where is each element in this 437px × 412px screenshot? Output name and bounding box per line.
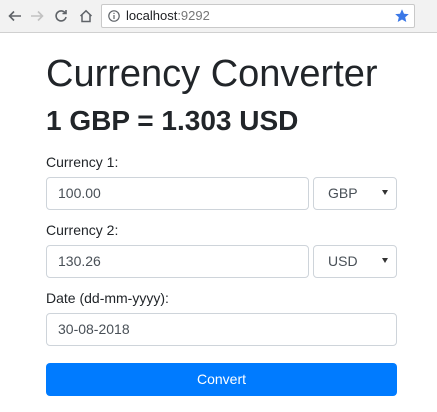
currency1-select[interactable]: GBP [313,177,397,210]
currency1-amount-input[interactable]: 100.00 [46,177,309,210]
back-arrow-icon[interactable] [6,7,24,25]
chevron-down-icon [382,190,388,195]
chevron-down-icon [382,258,388,263]
forward-arrow-icon[interactable] [28,7,46,25]
reload-icon[interactable] [52,7,70,25]
info-icon[interactable] [108,10,120,22]
address-bar[interactable]: localhost:9292 [101,4,415,28]
url-host: localhost [126,8,178,23]
currency2-selected-value: USD [328,253,358,269]
currency2-amount-input[interactable]: 130.26 [46,245,309,278]
currency2-label: Currency 2: [46,222,119,238]
convert-button[interactable]: Convert [46,363,397,396]
home-icon[interactable] [77,7,95,25]
currency1-selected-value: GBP [328,185,358,201]
url-port: :9292 [177,8,210,23]
star-icon[interactable] [394,8,410,24]
date-input[interactable]: 30-08-2018 [46,313,397,346]
date-label: Date (dd-mm-yyyy): [46,290,169,306]
currency1-label: Currency 1: [46,154,119,170]
currency2-select[interactable]: USD [313,245,397,278]
page-title: Currency Converter [46,53,378,95]
url-text: localhost:9292 [126,5,210,27]
exchange-rate-heading: 1 GBP = 1.303 USD [46,105,299,136]
browser-toolbar: localhost:9292 [0,0,437,33]
